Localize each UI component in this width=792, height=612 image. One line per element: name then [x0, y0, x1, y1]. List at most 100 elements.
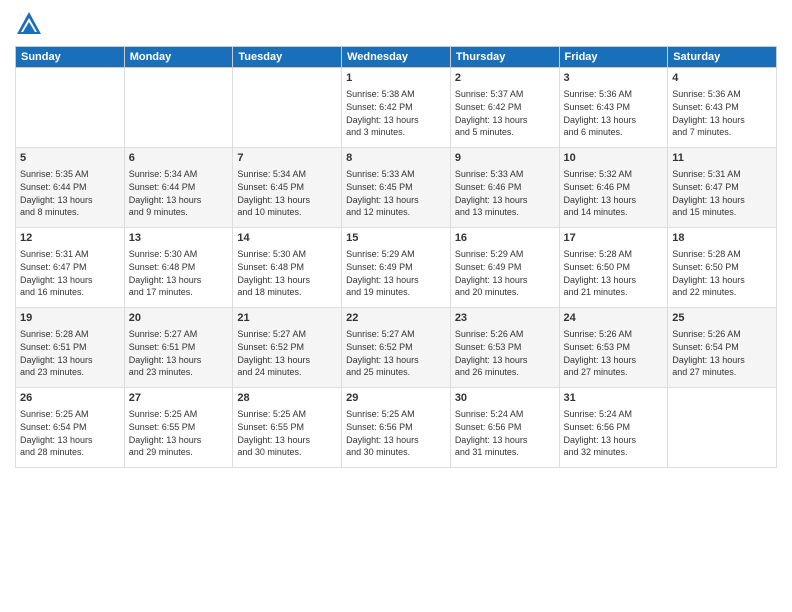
calendar-cell: 17Sunrise: 5:28 AMSunset: 6:50 PMDayligh…: [559, 228, 668, 308]
day-info: and 27 minutes.: [564, 366, 664, 379]
calendar-cell: 27Sunrise: 5:25 AMSunset: 6:55 PMDayligh…: [124, 388, 233, 468]
day-info: and 19 minutes.: [346, 286, 446, 299]
header-sunday: Sunday: [16, 47, 125, 68]
day-info: Sunset: 6:47 PM: [20, 261, 120, 274]
day-number: 31: [564, 391, 664, 406]
day-info: Sunrise: 5:30 AM: [237, 248, 337, 261]
day-info: Sunrise: 5:28 AM: [672, 248, 772, 261]
day-info: Sunrise: 5:25 AM: [237, 408, 337, 421]
day-info: and 23 minutes.: [129, 366, 229, 379]
day-info: Daylight: 13 hours: [672, 274, 772, 287]
page: SundayMondayTuesdayWednesdayThursdayFrid…: [0, 0, 792, 478]
day-number: 24: [564, 311, 664, 326]
header-thursday: Thursday: [450, 47, 559, 68]
calendar-table: SundayMondayTuesdayWednesdayThursdayFrid…: [15, 46, 777, 468]
calendar-cell: 8Sunrise: 5:33 AMSunset: 6:45 PMDaylight…: [342, 148, 451, 228]
day-info: Daylight: 13 hours: [237, 194, 337, 207]
day-number: 25: [672, 311, 772, 326]
calendar-header: SundayMondayTuesdayWednesdayThursdayFrid…: [16, 47, 777, 68]
day-info: and 32 minutes.: [564, 446, 664, 459]
day-info: Sunset: 6:45 PM: [237, 181, 337, 194]
calendar-cell: [16, 68, 125, 148]
day-info: Sunrise: 5:24 AM: [564, 408, 664, 421]
calendar-cell: 24Sunrise: 5:26 AMSunset: 6:53 PMDayligh…: [559, 308, 668, 388]
calendar-cell: 2Sunrise: 5:37 AMSunset: 6:42 PMDaylight…: [450, 68, 559, 148]
calendar-cell: 1Sunrise: 5:38 AMSunset: 6:42 PMDaylight…: [342, 68, 451, 148]
day-info: Daylight: 13 hours: [20, 434, 120, 447]
calendar-cell: 16Sunrise: 5:29 AMSunset: 6:49 PMDayligh…: [450, 228, 559, 308]
calendar-cell: 14Sunrise: 5:30 AMSunset: 6:48 PMDayligh…: [233, 228, 342, 308]
day-number: 19: [20, 311, 120, 326]
header-monday: Monday: [124, 47, 233, 68]
day-info: Sunset: 6:56 PM: [455, 421, 555, 434]
header-tuesday: Tuesday: [233, 47, 342, 68]
day-number: 15: [346, 231, 446, 246]
day-info: and 28 minutes.: [20, 446, 120, 459]
day-info: Daylight: 13 hours: [564, 434, 664, 447]
day-number: 23: [455, 311, 555, 326]
calendar-cell: 15Sunrise: 5:29 AMSunset: 6:49 PMDayligh…: [342, 228, 451, 308]
day-info: Sunset: 6:46 PM: [455, 181, 555, 194]
calendar-cell: 5Sunrise: 5:35 AMSunset: 6:44 PMDaylight…: [16, 148, 125, 228]
day-info: Sunrise: 5:25 AM: [129, 408, 229, 421]
calendar-cell: 21Sunrise: 5:27 AMSunset: 6:52 PMDayligh…: [233, 308, 342, 388]
day-number: 18: [672, 231, 772, 246]
day-info: Daylight: 13 hours: [346, 354, 446, 367]
calendar-cell: 4Sunrise: 5:36 AMSunset: 6:43 PMDaylight…: [668, 68, 777, 148]
day-info: Sunrise: 5:27 AM: [129, 328, 229, 341]
day-info: and 22 minutes.: [672, 286, 772, 299]
header-friday: Friday: [559, 47, 668, 68]
day-info: Daylight: 13 hours: [672, 354, 772, 367]
day-info: and 14 minutes.: [564, 206, 664, 219]
day-info: and 8 minutes.: [20, 206, 120, 219]
day-info: Daylight: 13 hours: [129, 354, 229, 367]
day-info: Sunrise: 5:32 AM: [564, 168, 664, 181]
day-number: 11: [672, 151, 772, 166]
day-info: Sunset: 6:45 PM: [346, 181, 446, 194]
day-number: 28: [237, 391, 337, 406]
day-info: Sunset: 6:42 PM: [346, 101, 446, 114]
day-info: Sunrise: 5:26 AM: [672, 328, 772, 341]
calendar-body: 1Sunrise: 5:38 AMSunset: 6:42 PMDaylight…: [16, 68, 777, 468]
day-info: and 31 minutes.: [455, 446, 555, 459]
day-number: 7: [237, 151, 337, 166]
day-number: 27: [129, 391, 229, 406]
week-row-0: 1Sunrise: 5:38 AMSunset: 6:42 PMDaylight…: [16, 68, 777, 148]
day-info: Sunrise: 5:29 AM: [346, 248, 446, 261]
day-number: 12: [20, 231, 120, 246]
day-info: Daylight: 13 hours: [346, 194, 446, 207]
day-info: Daylight: 13 hours: [346, 274, 446, 287]
day-info: and 16 minutes.: [20, 286, 120, 299]
day-info: Sunrise: 5:34 AM: [237, 168, 337, 181]
day-number: 17: [564, 231, 664, 246]
day-info: and 9 minutes.: [129, 206, 229, 219]
day-info: and 30 minutes.: [346, 446, 446, 459]
day-info: Sunrise: 5:27 AM: [346, 328, 446, 341]
day-info: Daylight: 13 hours: [455, 434, 555, 447]
calendar-cell: 25Sunrise: 5:26 AMSunset: 6:54 PMDayligh…: [668, 308, 777, 388]
day-number: 2: [455, 71, 555, 86]
day-info: and 6 minutes.: [564, 126, 664, 139]
day-info: Daylight: 13 hours: [237, 274, 337, 287]
day-number: 10: [564, 151, 664, 166]
day-info: Daylight: 13 hours: [455, 194, 555, 207]
day-info: and 23 minutes.: [20, 366, 120, 379]
day-info: Sunset: 6:56 PM: [564, 421, 664, 434]
day-info: and 29 minutes.: [129, 446, 229, 459]
day-number: 6: [129, 151, 229, 166]
day-info: Sunrise: 5:38 AM: [346, 88, 446, 101]
day-info: Daylight: 13 hours: [237, 354, 337, 367]
day-info: Daylight: 13 hours: [129, 434, 229, 447]
day-info: and 25 minutes.: [346, 366, 446, 379]
day-info: Sunrise: 5:33 AM: [455, 168, 555, 181]
day-info: and 13 minutes.: [455, 206, 555, 219]
calendar-cell: 3Sunrise: 5:36 AMSunset: 6:43 PMDaylight…: [559, 68, 668, 148]
day-info: and 20 minutes.: [455, 286, 555, 299]
day-info: and 10 minutes.: [237, 206, 337, 219]
day-number: 22: [346, 311, 446, 326]
day-info: Sunrise: 5:35 AM: [20, 168, 120, 181]
day-info: Sunrise: 5:25 AM: [20, 408, 120, 421]
day-number: 20: [129, 311, 229, 326]
day-info: Daylight: 13 hours: [20, 274, 120, 287]
week-row-2: 12Sunrise: 5:31 AMSunset: 6:47 PMDayligh…: [16, 228, 777, 308]
